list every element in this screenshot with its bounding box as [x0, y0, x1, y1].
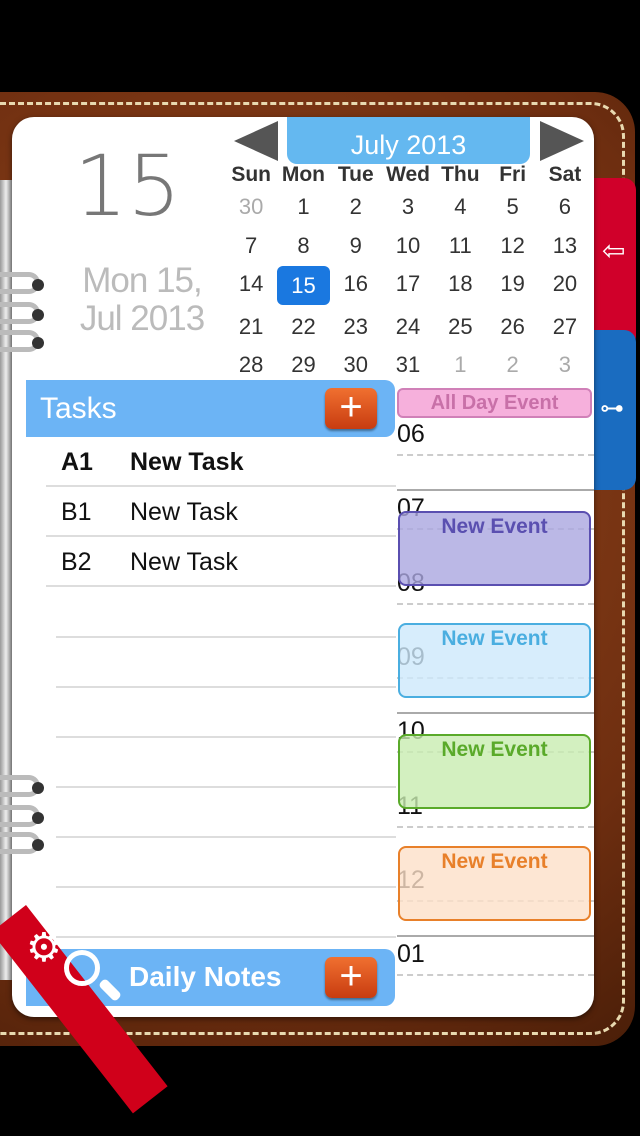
calendar-day[interactable]: 2	[486, 345, 538, 384]
calendar-day[interactable]: 31	[382, 345, 434, 384]
half-hour-line	[397, 825, 594, 828]
gear-icon[interactable]: ⚙	[26, 925, 62, 971]
weekday-tue: Tue	[337, 163, 374, 186]
hour-label: 06	[397, 420, 425, 448]
calendar-day[interactable]: 4	[434, 187, 486, 226]
note-line	[56, 736, 396, 738]
day-timeline: 0607080910111201New EventNew EventNew Ev…	[397, 417, 594, 1017]
half-hour-line	[397, 454, 594, 456]
big-day-number: 15	[74, 137, 181, 235]
calendar-day[interactable]: 6	[539, 187, 591, 226]
calendar-day[interactable]: 24	[382, 307, 434, 346]
planner-page: 15 Mon 15, Jul 2013 July 2013 Sun Mon Tue We…	[12, 117, 594, 1017]
task-title: New Task	[130, 498, 238, 526]
task-row[interactable]: B1 New Task	[46, 487, 396, 537]
calendar-day[interactable]: 1	[434, 345, 486, 384]
calendar-day[interactable]: 16	[330, 264, 382, 303]
calendar-day[interactable]: 30	[330, 345, 382, 384]
calendar-day[interactable]: 26	[486, 307, 538, 346]
daily-notes-title: Daily Notes	[129, 961, 282, 992]
hour-line	[397, 935, 594, 938]
calendar-day[interactable]: 8	[277, 226, 329, 265]
calendar-day[interactable]: 30	[225, 187, 277, 226]
search-icon[interactable]	[64, 950, 100, 986]
weekday-thu: Thu	[441, 163, 480, 186]
add-note-button[interactable]: +	[325, 956, 377, 998]
task-title: New Task	[130, 448, 244, 476]
note-line	[56, 786, 396, 788]
calendar-day[interactable]: 21	[225, 307, 277, 346]
weekday-mon: Mon	[281, 163, 326, 186]
all-day-event[interactable]: All Day Event	[397, 388, 592, 418]
weekday-sun: Sun	[231, 163, 271, 186]
task-priority: A1	[61, 448, 93, 476]
calendar-day[interactable]: 13	[539, 226, 591, 265]
month-title[interactable]: July 2013	[287, 117, 530, 164]
task-row[interactable]: B2 New Task	[46, 537, 396, 587]
calendar-day[interactable]: 15	[277, 266, 330, 305]
next-month-button[interactable]	[540, 121, 584, 161]
weekday-wed: Wed	[386, 163, 431, 186]
tasks-title: Tasks	[40, 392, 117, 425]
note-line	[56, 836, 396, 838]
task-title: New Task	[130, 548, 238, 576]
half-hour-line	[397, 974, 594, 977]
calendar-day[interactable]: 12	[486, 226, 538, 265]
half-hour-line	[397, 602, 594, 605]
calendar-day[interactable]: 10	[382, 226, 434, 265]
calendar-day[interactable]: 23	[330, 307, 382, 346]
prev-month-button[interactable]	[234, 121, 278, 161]
exit-icon: ⇦	[602, 235, 626, 266]
calendar-day[interactable]: 3	[382, 187, 434, 226]
calendar-day[interactable]: 1	[277, 187, 329, 226]
calendar-day[interactable]: 3	[539, 345, 591, 384]
event-block[interactable]: New Event	[398, 734, 591, 809]
calendar-day[interactable]: 27	[539, 307, 591, 346]
calendar-day[interactable]: 5	[486, 187, 538, 226]
calendar-day[interactable]: 9	[330, 226, 382, 265]
calendar-day[interactable]: 29	[277, 345, 329, 384]
calendar-day[interactable]: 17	[382, 264, 434, 303]
event-block[interactable]: New Event	[398, 846, 591, 921]
month-calendar: Sun Mon Tue Wed Thu Fri Sat 30 1 2 3 4 5 6 7 8 9 10 11 12 13…	[225, 161, 591, 384]
hour-line	[397, 489, 594, 492]
hour-line	[397, 712, 594, 715]
weekday-fri: Fri	[499, 163, 527, 186]
binder-spine	[0, 180, 12, 980]
note-line	[56, 936, 396, 938]
tab-exit[interactable]: ⇦	[592, 178, 636, 348]
calendar-day[interactable]: 11	[434, 226, 486, 265]
calendar-day[interactable]: 22	[277, 307, 329, 346]
calendar-day[interactable]: 14	[225, 264, 277, 303]
calendar-day[interactable]: 28	[225, 345, 277, 384]
event-block[interactable]: New Event	[398, 511, 591, 586]
tab-share[interactable]: ⊶	[592, 330, 636, 490]
task-row[interactable]: A1 New Task	[46, 437, 396, 487]
date-line-1: Mon 15,	[82, 261, 202, 300]
event-block[interactable]: New Event	[398, 623, 591, 698]
calendar-day[interactable]: 7	[225, 226, 277, 265]
note-line	[56, 636, 396, 638]
calendar-day[interactable]: 18	[434, 264, 486, 303]
calendar-day[interactable]: 19	[486, 264, 538, 303]
date-line-2: Jul 2013	[79, 299, 205, 338]
tasks-header: Tasks +	[26, 380, 395, 437]
calendar-day[interactable]: 2	[330, 187, 382, 226]
hour-label: 01	[397, 940, 425, 969]
note-line	[56, 686, 396, 688]
network-icon: ⊶	[600, 395, 624, 422]
note-line	[56, 886, 396, 888]
weekday-sat: Sat	[548, 163, 582, 186]
date-label: Mon 15, Jul 2013	[72, 262, 212, 338]
calendar-day[interactable]: 25	[434, 307, 486, 346]
add-task-button[interactable]: +	[325, 387, 377, 429]
calendar-day[interactable]: 20	[539, 264, 591, 303]
task-priority: B2	[61, 548, 92, 576]
task-priority: B1	[61, 498, 92, 526]
